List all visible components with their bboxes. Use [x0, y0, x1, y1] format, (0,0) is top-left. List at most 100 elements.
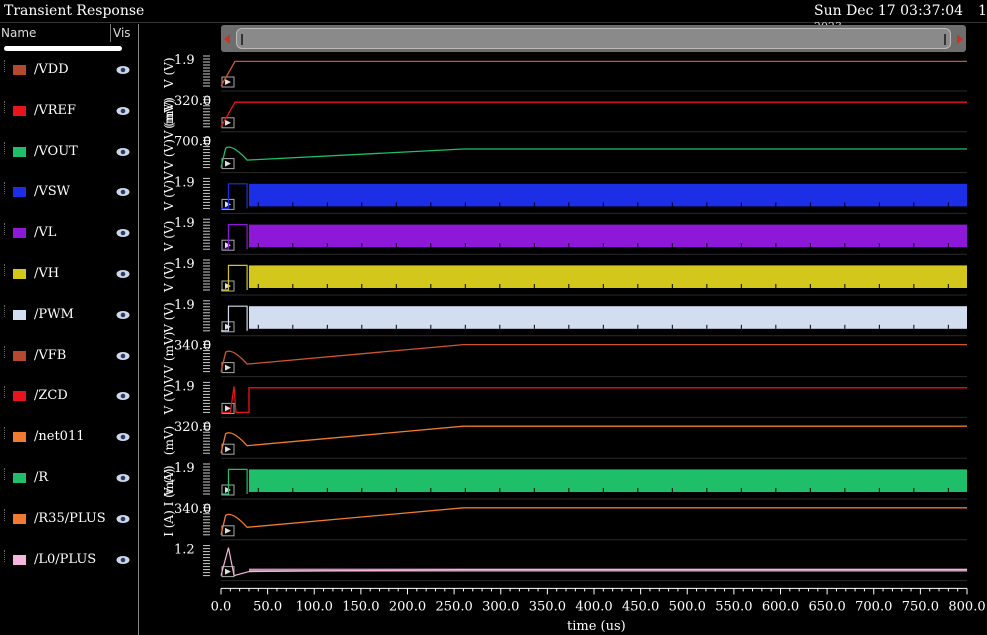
signal-label: /R35/PLUS	[34, 510, 106, 526]
signal-row[interactable]: /R	[0, 468, 138, 488]
eye-icon[interactable]	[116, 228, 130, 238]
list-scrollbar[interactable]	[4, 46, 122, 51]
waveform-line	[220, 101, 967, 128]
color-swatch[interactable]	[13, 65, 26, 75]
x-tick-label: 50.0	[253, 599, 282, 614]
y-top-value: 1.9	[174, 175, 195, 190]
color-swatch[interactable]	[13, 391, 26, 402]
waveform-line	[220, 146, 967, 168]
eye-icon[interactable]	[116, 147, 130, 157]
signal-row[interactable]: /ZCD	[0, 386, 138, 406]
signal-label: /PWM	[34, 306, 74, 322]
grip-left-icon[interactable]	[241, 34, 243, 45]
eye-icon[interactable]	[116, 432, 130, 442]
tree-connector	[4, 60, 6, 72]
tree-connector	[4, 549, 6, 562]
time-scrollbar[interactable]	[221, 25, 966, 52]
y-top-value: 700.0	[174, 135, 211, 150]
waveform-band	[248, 224, 968, 248]
y-top-value: 320.0	[174, 420, 211, 435]
color-swatch[interactable]	[13, 187, 26, 198]
eye-icon[interactable]	[116, 106, 130, 116]
color-swatch[interactable]	[13, 473, 26, 483]
signal-row[interactable]: /VH	[0, 264, 138, 284]
window-title: Transient Response	[4, 3, 145, 19]
x-tick-label: 200.0	[389, 599, 426, 614]
y-top-value: 1.9	[174, 257, 195, 272]
column-separator[interactable]	[110, 24, 111, 42]
signal-row[interactable]: /VOUT	[0, 141, 138, 162]
eye-icon[interactable]	[116, 65, 130, 75]
waveform-band	[248, 568, 968, 572]
signal-label: /VL	[34, 225, 57, 241]
play-icon	[225, 446, 231, 453]
waveform-band	[248, 306, 968, 329]
x-axis-label: time (us)	[567, 619, 626, 634]
waveform-line	[220, 425, 967, 454]
color-swatch[interactable]	[13, 105, 26, 116]
x-tick-label: 800.0	[948, 599, 985, 614]
color-swatch[interactable]	[13, 146, 26, 157]
signal-row[interactable]: /net011	[0, 427, 138, 447]
scroll-thumb[interactable]	[236, 28, 951, 49]
waveform-plot[interactable]: V (V)1.9(mV)320.0V (V)V (mV)700.0V (V)V1…	[139, 52, 987, 620]
play-icon	[225, 364, 231, 371]
signal-row[interactable]: /VDD	[0, 60, 138, 80]
scroll-left-icon[interactable]	[224, 34, 230, 44]
signal-row[interactable]: /VFB	[0, 345, 138, 366]
column-name-header[interactable]: Name	[1, 26, 36, 40]
x-tick-label: 450.0	[622, 599, 659, 614]
y-top-value: 1.9	[174, 53, 195, 68]
color-swatch[interactable]	[13, 432, 26, 443]
y-top-value: 320.0	[174, 94, 211, 109]
x-tick-label: 350.0	[529, 599, 566, 614]
page-number: 1	[978, 3, 987, 19]
waveform-line	[220, 343, 967, 372]
color-swatch[interactable]	[13, 350, 26, 361]
signal-row[interactable]: /VSW	[0, 182, 138, 202]
scroll-right-icon[interactable]	[957, 34, 963, 44]
eye-icon[interactable]	[116, 269, 130, 279]
eye-icon[interactable]	[116, 351, 130, 361]
signal-label: /VFB	[34, 347, 67, 363]
color-swatch[interactable]	[13, 269, 26, 279]
y-top-value: 1.2	[174, 543, 195, 558]
y-top-value: 1.9	[174, 298, 195, 313]
waveform-band	[248, 469, 968, 492]
signal-row[interactable]: /L0/PLUS	[0, 549, 138, 570]
play-icon	[225, 119, 231, 126]
eye-icon[interactable]	[116, 391, 130, 401]
x-tick-label: 700.0	[855, 599, 892, 614]
signal-label: /VH	[34, 266, 60, 281]
x-tick-label: 600.0	[762, 599, 799, 614]
signal-row[interactable]: /R35/PLUS	[0, 508, 138, 529]
grip-right-icon[interactable]	[944, 34, 946, 45]
signal-list-header: Name Vis	[0, 24, 138, 42]
signal-row[interactable]: /VL	[0, 223, 138, 243]
y-top-value: 1.9	[174, 461, 195, 476]
signal-row[interactable]: /VREF	[0, 100, 138, 121]
tree-connector	[4, 386, 6, 399]
signal-label: /net011	[34, 429, 85, 445]
signal-row[interactable]: /PWM	[0, 304, 138, 325]
color-swatch[interactable]	[13, 513, 26, 524]
color-swatch[interactable]	[13, 228, 26, 239]
eye-icon[interactable]	[116, 555, 130, 565]
signal-label: /VDD	[34, 62, 69, 77]
tree-connector	[4, 100, 6, 113]
eye-icon[interactable]	[116, 473, 130, 483]
tree-connector	[4, 345, 6, 358]
eye-icon[interactable]	[116, 310, 130, 320]
signal-label: /L0/PLUS	[34, 551, 97, 567]
signal-label: /ZCD	[34, 388, 68, 404]
tree-connector	[4, 141, 6, 154]
color-swatch[interactable]	[13, 554, 26, 565]
tree-connector	[4, 508, 6, 521]
tree-connector	[4, 264, 6, 276]
eye-icon[interactable]	[116, 514, 130, 524]
eye-icon[interactable]	[116, 187, 130, 197]
waveform-band	[248, 183, 968, 207]
color-swatch[interactable]	[13, 309, 26, 320]
waveform-line	[220, 507, 967, 535]
column-vis-header[interactable]: Vis	[113, 26, 131, 40]
